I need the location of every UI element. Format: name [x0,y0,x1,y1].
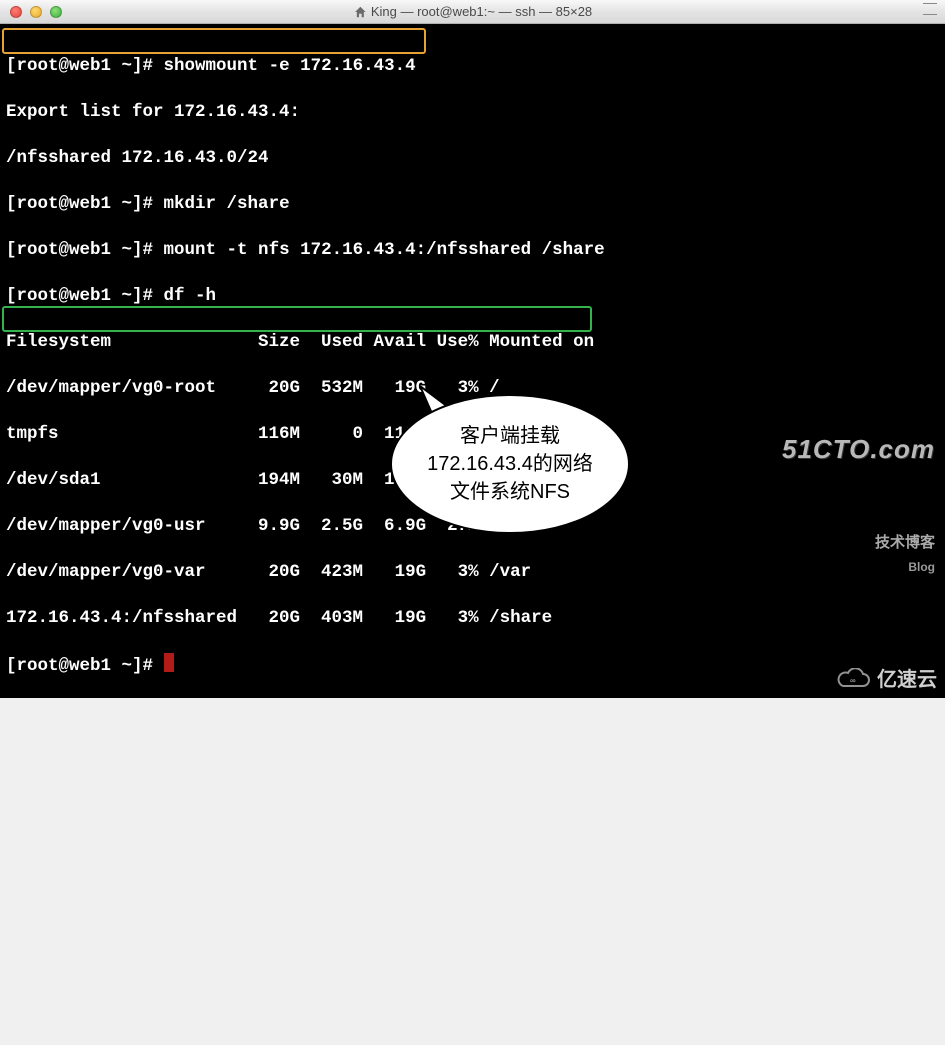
line-mkdir: [root@web1 ~]# mkdir /share [6,193,939,216]
df-row-3: /dev/mapper/vg0-usr 9.9G 2.5G 6.9G 27% /… [6,515,939,538]
line-exportlist: Export list for 172.16.43.4: [6,101,939,124]
df-row-5: 172.16.43.4:/nfsshared 20G 403M 19G 3% /… [6,607,939,630]
titlebar-right-icon[interactable] [923,3,939,19]
df-row-1: tmpfs 116M 0 116M 0% /dev/shm [6,423,939,446]
highlight-nfsrow [2,306,592,332]
df-row-2: /dev/sda1 194M 30M 155M 16% /boot [6,469,939,492]
svg-text:∞: ∞ [850,676,856,685]
window-title: King — root@web1:~ — ssh — 85×28 [353,4,592,19]
line-mount: [root@web1 ~]# mount -t nfs 172.16.43.4:… [6,239,939,262]
highlight-showmount [2,28,426,54]
df-row-0: /dev/mapper/vg0-root 20G 532M 19G 3% / [6,377,939,400]
cursor-block [164,653,174,672]
line-showmount: [root@web1 ~]# showmount -e 172.16.43.4 [6,55,939,78]
title-text: King — root@web1:~ — ssh — 85×28 [371,4,592,19]
line-exportentry: /nfsshared 172.16.43.0/24 [6,147,939,170]
terminal[interactable]: [root@web1 ~]# showmount -e 172.16.43.4 … [0,24,945,698]
home-icon [353,5,367,19]
window-titlebar: King — root@web1:~ — ssh — 85×28 [0,0,945,24]
traffic-lights [0,6,62,18]
prompt-idle: [root@web1 ~]# [6,653,939,678]
close-button[interactable] [10,6,22,18]
maximize-button[interactable] [50,6,62,18]
df-row-4: /dev/mapper/vg0-var 20G 423M 19G 3% /var [6,561,939,584]
df-header: Filesystem Size Used Avail Use% Mounted … [6,331,939,354]
line-df: [root@web1 ~]# df -h [6,285,939,308]
minimize-button[interactable] [30,6,42,18]
